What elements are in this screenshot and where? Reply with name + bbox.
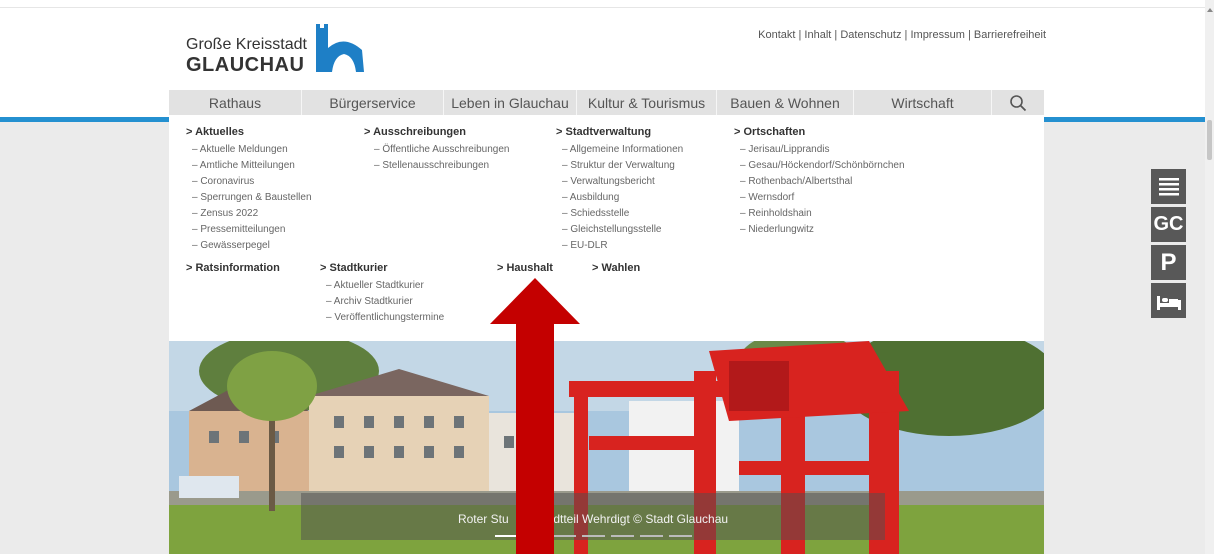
menu-heading-ratsinformation[interactable]: > Ratsinformation [186, 261, 280, 275]
slider-dot[interactable] [611, 535, 634, 537]
menu-item[interactable]: – Schiedsstelle [556, 206, 683, 222]
menu-item[interactable]: – Öffentliche Ausschreibungen [364, 142, 509, 158]
main-navigation: Rathaus Bürgerservice Leben in Glauchau … [169, 90, 1044, 115]
logo-text-line2: GLAUCHAU [186, 54, 305, 76]
quick-menu-button[interactable] [1151, 169, 1186, 204]
menu-column-ratsinformation: > Ratsinformation [186, 261, 280, 278]
nav-item-bauen-wohnen[interactable]: Bauen & Wohnen [717, 90, 854, 115]
menu-item[interactable]: – Gleichstellungsstelle [556, 222, 683, 238]
link-impressum[interactable]: Impressum [910, 29, 964, 41]
menu-column-ortschaften: > Ortschaften – Jerisau/Lipprandis – Ges… [734, 125, 905, 238]
menu-item[interactable]: – Rothenbach/Albertsthal [734, 174, 905, 190]
menu-item[interactable]: – Aktuelle Meldungen [186, 142, 312, 158]
menu-item[interactable]: – Gesau/Höckendorf/Schönbörnchen [734, 158, 905, 174]
glauchau-bridge-logo-icon [316, 24, 364, 72]
menu-heading-ortschaften[interactable]: > Ortschaften [734, 125, 905, 139]
menu-item[interactable]: – Zensus 2022 [186, 206, 312, 222]
logo-text-line1: Große Kreisstadt [186, 36, 307, 53]
accent-band-left [0, 117, 170, 122]
menu-item[interactable]: – Stellenausschreibungen [364, 158, 509, 174]
menu-item[interactable]: – EU-DLR [556, 238, 683, 254]
accent-band-right [1044, 117, 1205, 122]
nav-item-rathaus[interactable]: Rathaus [169, 90, 302, 115]
slider-dot[interactable] [582, 535, 605, 537]
menu-column-ausschreibungen: > Ausschreibungen – Öffentliche Ausschre… [364, 125, 509, 174]
slider-dot[interactable] [669, 535, 692, 537]
red-arrow-annotation-icon [490, 278, 580, 554]
menu-item[interactable]: – Coronavirus [186, 174, 312, 190]
hero-caption: Roter Stu adtteil Wehrdigt © Stadt Glauch… [301, 493, 885, 540]
menu-heading-stadtkurier[interactable]: > Stadtkurier [320, 261, 444, 275]
scrollbar-thumb[interactable] [1207, 120, 1212, 160]
nav-search-button[interactable] [992, 90, 1044, 115]
scrollbar[interactable] [1205, 0, 1214, 554]
quick-gc-button[interactable]: GC [1151, 207, 1186, 242]
parking-icon: P [1160, 248, 1177, 276]
menu-heading-aktuelles[interactable]: > Aktuelles [186, 125, 312, 139]
menu-lines-icon [1158, 177, 1179, 195]
menu-column-haushalt: > Haushalt [497, 261, 553, 278]
menu-heading-wahlen[interactable]: > Wahlen [592, 261, 640, 275]
menu-item[interactable]: – Aktueller Stadtkurier [320, 278, 444, 294]
menu-item[interactable]: – Sperrungen & Baustellen [186, 190, 312, 206]
menu-heading-stadtverwaltung[interactable]: > Stadtverwaltung [556, 125, 683, 139]
menu-column-stadtverwaltung: > Stadtverwaltung – Allgemeine Informati… [556, 125, 683, 254]
slider-dot[interactable] [640, 535, 663, 537]
nav-item-buergerservice[interactable]: Bürgerservice [302, 90, 444, 115]
nav-item-kultur-tourismus[interactable]: Kultur & Tourismus [577, 90, 717, 115]
quick-accommodation-button[interactable] [1151, 283, 1186, 318]
menu-item[interactable]: – Gewässerpegel [186, 238, 312, 254]
menu-item[interactable]: – Niederlungwitz [734, 222, 905, 238]
service-links: Kontakt | Inhalt | Datenschutz | Impress… [700, 29, 1046, 41]
bed-icon [1156, 295, 1181, 310]
search-icon [1010, 94, 1027, 111]
menu-item[interactable]: – Amtliche Mitteilungen [186, 158, 312, 174]
menu-item[interactable]: – Struktur der Verwaltung [556, 158, 683, 174]
menu-item[interactable]: – Allgemeine Informationen [556, 142, 683, 158]
link-inhalt[interactable]: Inhalt [804, 29, 831, 41]
menu-item[interactable]: – Veröffentlichungstermine [320, 310, 444, 326]
link-kontakt[interactable]: Kontakt [758, 29, 795, 41]
mega-menu-rathaus: > Aktuelles – Aktuelle Meldungen – Amtli… [169, 115, 1044, 341]
browser-top-edge [0, 0, 1214, 8]
menu-heading-ausschreibungen[interactable]: > Ausschreibungen [364, 125, 509, 139]
scroll-up-arrow-icon[interactable] [1207, 8, 1213, 12]
nav-item-leben-in-glauchau[interactable]: Leben in Glauchau [444, 90, 577, 115]
menu-column-wahlen: > Wahlen [592, 261, 640, 278]
menu-item[interactable]: – Verwaltungsbericht [556, 174, 683, 190]
menu-column-stadtkurier: > Stadtkurier – Aktueller Stadtkurier – … [320, 261, 444, 326]
quick-parking-button[interactable]: P [1151, 245, 1186, 280]
link-datenschutz[interactable]: Datenschutz [840, 29, 901, 41]
menu-item[interactable]: – Reinholdshain [734, 206, 905, 222]
menu-item[interactable]: – Pressemitteilungen [186, 222, 312, 238]
menu-item[interactable]: – Jerisau/Lipprandis [734, 142, 905, 158]
menu-item[interactable]: – Ausbildung [556, 190, 683, 206]
quick-access-bar: GC P [1151, 169, 1186, 321]
menu-item[interactable]: – Archiv Stadtkurier [320, 294, 444, 310]
gc-icon: GC [1153, 213, 1184, 235]
nav-item-wirtschaft[interactable]: Wirtschaft [854, 90, 992, 115]
menu-item[interactable]: – Wernsdorf [734, 190, 905, 206]
menu-column-aktuelles: > Aktuelles – Aktuelle Meldungen – Amtli… [186, 125, 312, 254]
menu-heading-haushalt[interactable]: > Haushalt [497, 261, 553, 275]
link-barrierefreiheit[interactable]: Barrierefreiheit [974, 29, 1046, 41]
site-logo[interactable]: Große Kreisstadt GLAUCHAU [186, 20, 376, 80]
